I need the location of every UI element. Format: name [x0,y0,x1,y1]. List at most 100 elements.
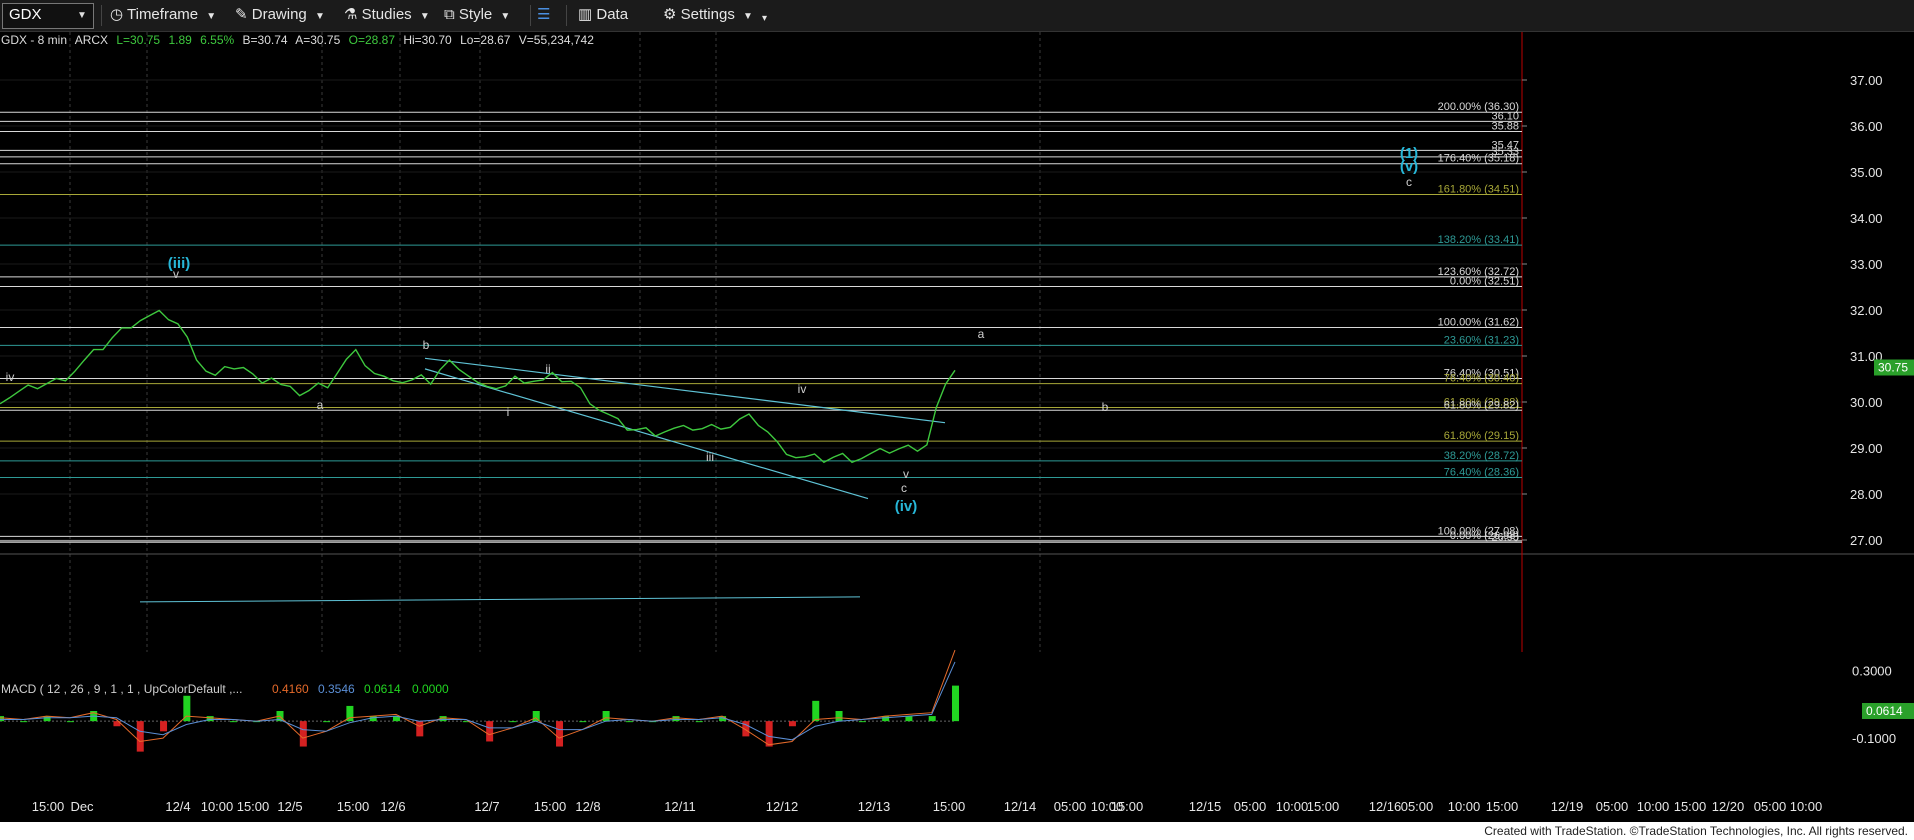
price-tick-label: 32.00 [1850,303,1883,318]
trendline-upper [424,357,946,424]
price-tick-label: 28.00 [1850,487,1883,502]
bar-chart-icon: ▥ [578,6,593,23]
wave-label: iv [6,370,15,384]
macd-title: MACD ( 12 , 26 , 9 , 1 , 1 , UpColorDefa… [1,682,242,696]
wave-label: iv [798,382,807,396]
fib-level-label: 76.40% (28.36) [1444,466,1519,478]
macd-histogram-bar [928,716,936,722]
studies-button[interactable]: ⚗ Studies ▼ [344,4,430,26]
macd-trendline [139,596,861,603]
fib-level-label: 138.20% (33.41) [1438,234,1519,246]
settings-button[interactable]: ⚙ Settings ▼ [663,4,753,26]
macd-last-label: 0.0614 [1866,704,1903,718]
wave-label: (iii) [168,255,191,272]
macd-histogram-bar [20,721,28,723]
macd-histogram-bar [160,721,168,732]
macd-histogram-bar [556,721,564,747]
wave-label: (iv) [895,498,918,515]
pencil-icon: ✎ [235,6,248,23]
macd-histogram-bar [323,721,331,723]
fib-level-label: 38.20% (28.72) [1444,450,1519,462]
time-tick-label: 05:00 [1401,799,1434,814]
drawing-button[interactable]: ✎ Drawing ▼ [235,4,325,26]
dropdown-arrow-icon: ▼ [314,11,325,22]
macd-histogram-bar [952,685,959,722]
time-tick-label: 12/20 [1712,799,1745,814]
price-tick-label: 33.00 [1850,257,1883,272]
dropdown-arrow-icon: ▼ [500,11,511,22]
macd-legend-value: 0.0614 [364,682,401,696]
time-tick-label: 15:00 [337,799,370,814]
fib-level-label: 26.95 [1491,531,1519,543]
fib-level-label: 61.80% (29.82) [1444,399,1519,411]
time-tick-label: 10:00 [1790,799,1823,814]
macd-histogram-bar [602,711,610,722]
drawing-label: Drawing [251,6,307,23]
time-tick-label: 12/12 [766,799,799,814]
time-tick-label: 15:00 [237,799,270,814]
macd-histogram-bar [532,711,540,722]
time-axis[interactable]: 15:00 Dec 12/4 10:00 15:00 12/5 15:00 12/6 12/7 1… [32,799,1823,814]
macd-histogram-bar [672,716,680,722]
time-tick-label: 12/16 [1369,799,1402,814]
macd-tick-label: -0.1000 [1852,731,1896,746]
gear-icon: ⚙ [663,6,677,23]
macd-histogram-bar [625,721,633,723]
style-button[interactable]: ⧉ Style ▼ [444,4,510,26]
time-tick-label: 12/4 [165,799,190,814]
time-tick-label: 10:00 [1637,799,1670,814]
price-tick-label: 35.00 [1850,165,1883,180]
wave-label: a [978,327,985,341]
trendlines [139,357,946,603]
macd-legend-value: 0.4160 [272,682,309,696]
wave-label: v [903,467,909,481]
data-button[interactable]: ▥ Data [578,4,628,26]
more-arrow-icon[interactable]: ▾ [762,8,767,30]
wave-label: c [1406,175,1412,189]
macd-histogram-bar [229,721,237,723]
timeframe-button[interactable]: ◷ Timeframe ▼ [110,4,216,26]
symbol-value: GDX [9,6,42,23]
macd-histogram-bar [136,721,144,752]
price-axis[interactable]: 37.0036.0035.0034.0033.0032.0031.0030.00… [1522,73,1914,548]
data-label: Data [596,6,629,23]
time-tick-label: 05:00 [1234,799,1267,814]
dropdown-arrow-icon: ▼ [77,10,87,21]
symbol-selector[interactable]: GDX ▼ [2,3,94,29]
last-price-label: 30.75 [1878,361,1908,375]
macd-histogram-bar [765,721,773,747]
price-tick-label: 37.00 [1850,73,1883,88]
toolbar-separator [566,5,567,26]
style-icon: ⧉ [444,6,455,23]
layout-icon[interactable]: ☰ [537,4,550,26]
wave-label: iii [706,450,714,464]
price-tick-label: 34.00 [1850,211,1883,226]
grid [0,32,1914,652]
wave-label: b [423,338,430,352]
fib-level-label: 23.60% (31.23) [1444,334,1519,346]
time-tick-label: 05:00 [1754,799,1787,814]
wave-label: ii [545,362,550,376]
toolbar-separator [101,5,102,26]
price-tick-label: 29.00 [1850,441,1883,456]
wave-labels: (iii)vivabiiiiiiivvc(iv)ab(1)(v)c [6,145,1419,515]
macd-histogram-bar [695,721,703,723]
fib-level-label: 35.88 [1491,121,1519,133]
time-tick-label: 15:00 [1674,799,1707,814]
fib-level-label: 61.80% (29.15) [1444,430,1519,442]
macd-histogram-bar [835,711,843,722]
time-tick-label: 12/7 [474,799,499,814]
macd-panel: MACD ( 12 , 26 , 9 , 1 , 1 , UpColorDefa… [0,649,1914,752]
time-tick-label: 15:00 [534,799,567,814]
clock-icon: ◷ [110,6,124,23]
wave-label: a [317,398,324,412]
footer-credit: Created with TradeStation. ©TradeStation… [1484,824,1908,838]
time-tick-label: 12/14 [1004,799,1037,814]
time-tick-label: Dec [70,799,94,814]
macd-histogram-bar [0,716,4,722]
chart-area[interactable]: 200.00% (36.30)36.1035.8835.4735.33176.4… [0,32,1914,822]
macd-histogram-bar [788,721,796,727]
time-tick-label: 12/6 [380,799,405,814]
fib-level-label: 161.80% (34.51) [1438,184,1519,196]
time-tick-label: 15:00 [933,799,966,814]
